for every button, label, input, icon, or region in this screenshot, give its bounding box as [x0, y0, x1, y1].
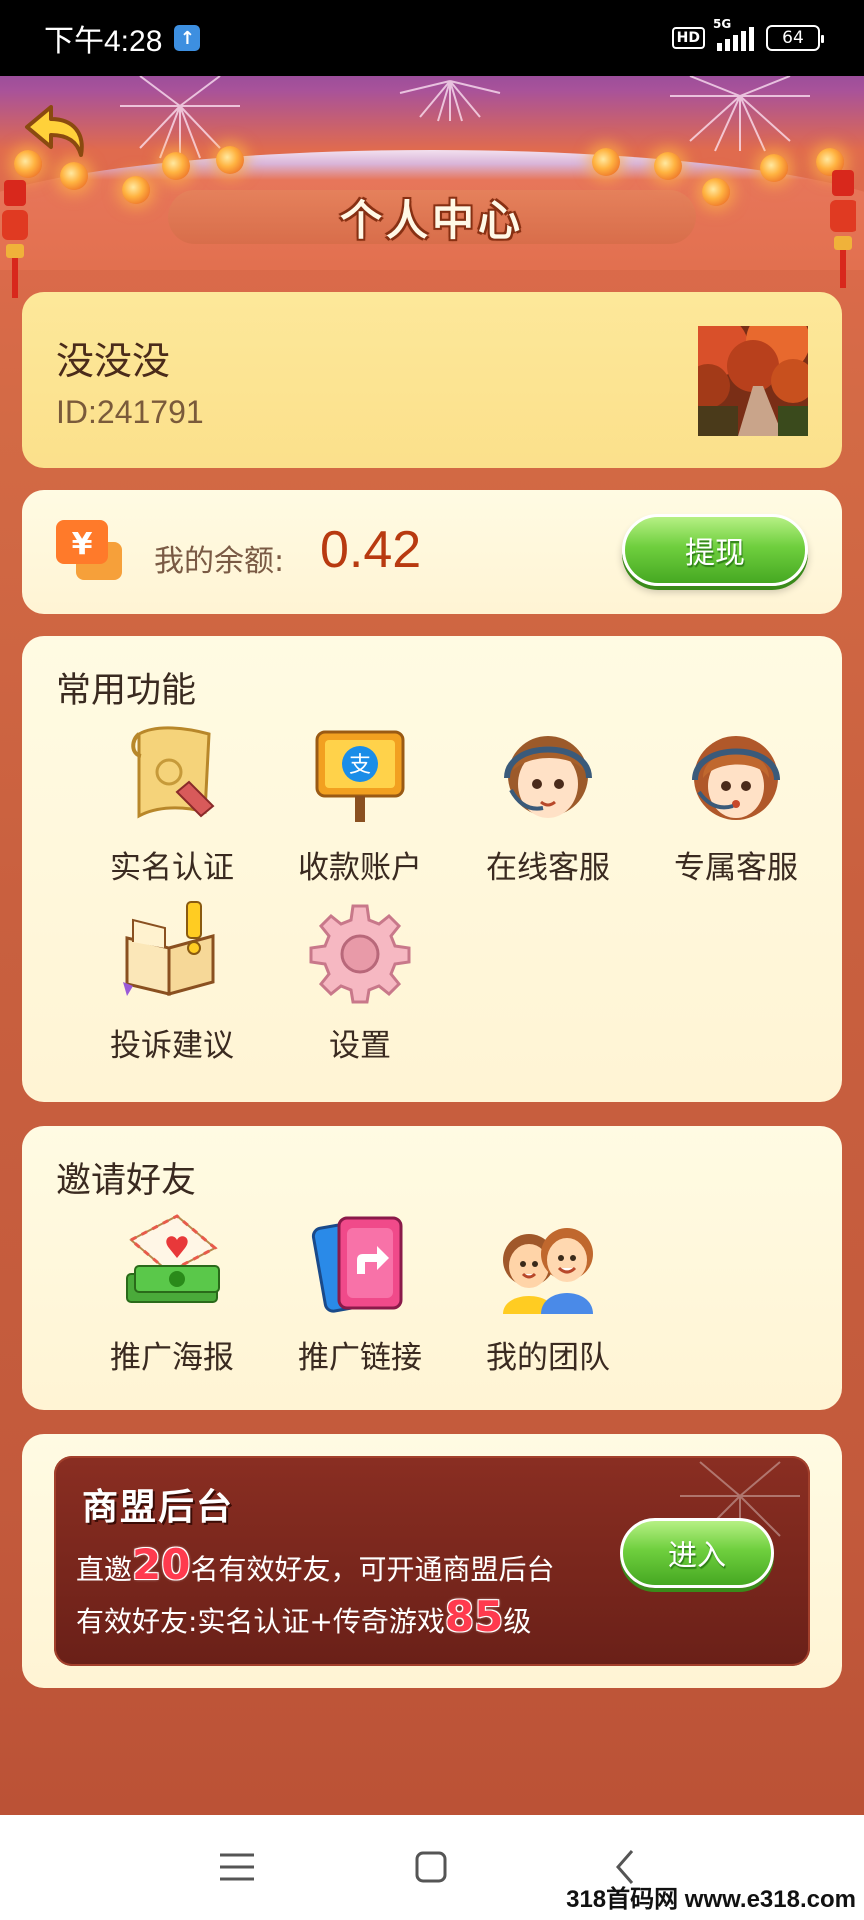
back-button[interactable]: [20, 98, 92, 170]
home-icon[interactable]: [406, 1845, 456, 1889]
balance-label: 我的余额:: [154, 544, 285, 579]
enter-button[interactable]: 进入: [620, 1518, 774, 1588]
watermark: 318首码网 www.e318.com: [566, 1886, 856, 1913]
enter-button-label: 进入: [667, 1538, 726, 1572]
level-requirement: 85: [444, 1592, 504, 1641]
invite-label: 推广海报: [110, 1340, 234, 1376]
gear-icon: [309, 904, 411, 1004]
network-type: 5G: [713, 17, 732, 31]
withdraw-button-label: 提现: [685, 536, 745, 571]
section-title-functions: 常用功能: [56, 671, 197, 711]
user-id: ID:241791: [56, 394, 204, 430]
invite-my-team[interactable]: 我的团队: [458, 1210, 638, 1380]
function-label: 在线客服: [486, 850, 610, 886]
username: 没没没: [56, 339, 171, 383]
merchant-title: 商盟后台: [82, 1487, 235, 1528]
back-arrow-icon: [25, 105, 84, 157]
female-agent-icon: [692, 736, 780, 820]
avatar-image: [698, 326, 808, 436]
invite-count: 20: [132, 1540, 191, 1589]
merchant-backend-card: 商盟后台 直邀20名有效好友，可开通商盟后台 有效好友:实名认证+传奇游戏85级…: [22, 1434, 842, 1688]
status-bar: 下午4:28 ↑ HD 5G 64: [0, 0, 864, 76]
wallet-yuan-icon: ¥: [56, 520, 122, 580]
status-indicators: HD 5G 64: [671, 17, 824, 51]
male-agent-icon: [504, 736, 592, 818]
function-online-support[interactable]: 在线客服: [458, 720, 638, 890]
left-tassel-icon: [2, 180, 28, 298]
svg-text:支: 支: [349, 753, 371, 778]
function-label: 专属客服: [674, 850, 798, 886]
invite-label: 推广链接: [298, 1340, 422, 1376]
right-tassel-icon: [830, 170, 856, 288]
share-card-icon: [311, 1216, 403, 1313]
profile-card: 没没没 ID:241791: [22, 292, 842, 468]
merchant-requirement-line-2: 有效好友:实名认证+传奇游戏85级: [76, 1592, 532, 1641]
function-exclusive-support[interactable]: 专属客服: [646, 720, 826, 890]
function-feedback[interactable]: 投诉建议: [82, 898, 262, 1068]
coin-symbol: ¥: [72, 527, 93, 562]
invite-label: 我的团队: [486, 1340, 610, 1376]
status-time: 下午4:28: [44, 25, 163, 58]
function-label: 实名认证: [110, 850, 234, 886]
screen: 下午4:28 ↑ HD 5G 64 个人中心 没没没 ID:241791 ¥ 我…: [0, 0, 864, 1920]
invite-link[interactable]: 推广链接: [270, 1210, 450, 1380]
scroll-icon: [131, 726, 215, 819]
function-label: 投诉建议: [110, 1028, 234, 1064]
page-title-plate: 个人中心: [168, 180, 696, 254]
function-real-name-verification[interactable]: 实名认证: [82, 720, 262, 890]
avatar[interactable]: [698, 326, 808, 436]
upload-icon: ↑: [174, 25, 201, 51]
function-label: 收款账户: [298, 850, 422, 886]
balance-value: 0.42: [320, 521, 422, 579]
merchant-banner: 商盟后台 直邀20名有效好友，可开通商盟后台 有效好友:实名认证+传奇游戏85级…: [54, 1456, 810, 1666]
battery-icon: 64: [766, 25, 824, 51]
menu-icon[interactable]: [212, 1845, 262, 1889]
section-title-invite: 邀请好友: [56, 1161, 197, 1201]
battery-level: 64: [782, 28, 804, 48]
invite-poster[interactable]: 推广海报: [82, 1210, 262, 1380]
signal-icon: 5G: [713, 17, 754, 51]
merchant-requirement-line-1: 直邀20名有效好友，可开通商盟后台: [76, 1540, 555, 1589]
function-label: 设置: [329, 1028, 391, 1064]
envelope-money-icon: [126, 1214, 220, 1303]
team-icon: [503, 1228, 593, 1314]
system-navigation-bar: 318首码网 www.e318.com: [0, 1815, 864, 1920]
page-title: 个人中心: [339, 195, 524, 245]
function-settings[interactable]: 设置: [270, 898, 450, 1068]
function-payment-account[interactable]: 支 收款账户: [270, 720, 450, 890]
hd-badge: HD: [671, 27, 705, 49]
invite-friends-card: 邀请好友 推广海报 推广链接 我的团队: [22, 1126, 842, 1410]
balance-card: ¥ 我的余额: 0.42 提现: [22, 490, 842, 614]
book-alert-icon: [123, 901, 215, 996]
alipay-sign-icon: 支: [315, 730, 405, 822]
withdraw-button[interactable]: 提现: [622, 514, 808, 586]
common-functions-card: 常用功能 实名认证 支 收款账户 在线客服 专属客服 投诉建议 设置: [22, 636, 842, 1102]
